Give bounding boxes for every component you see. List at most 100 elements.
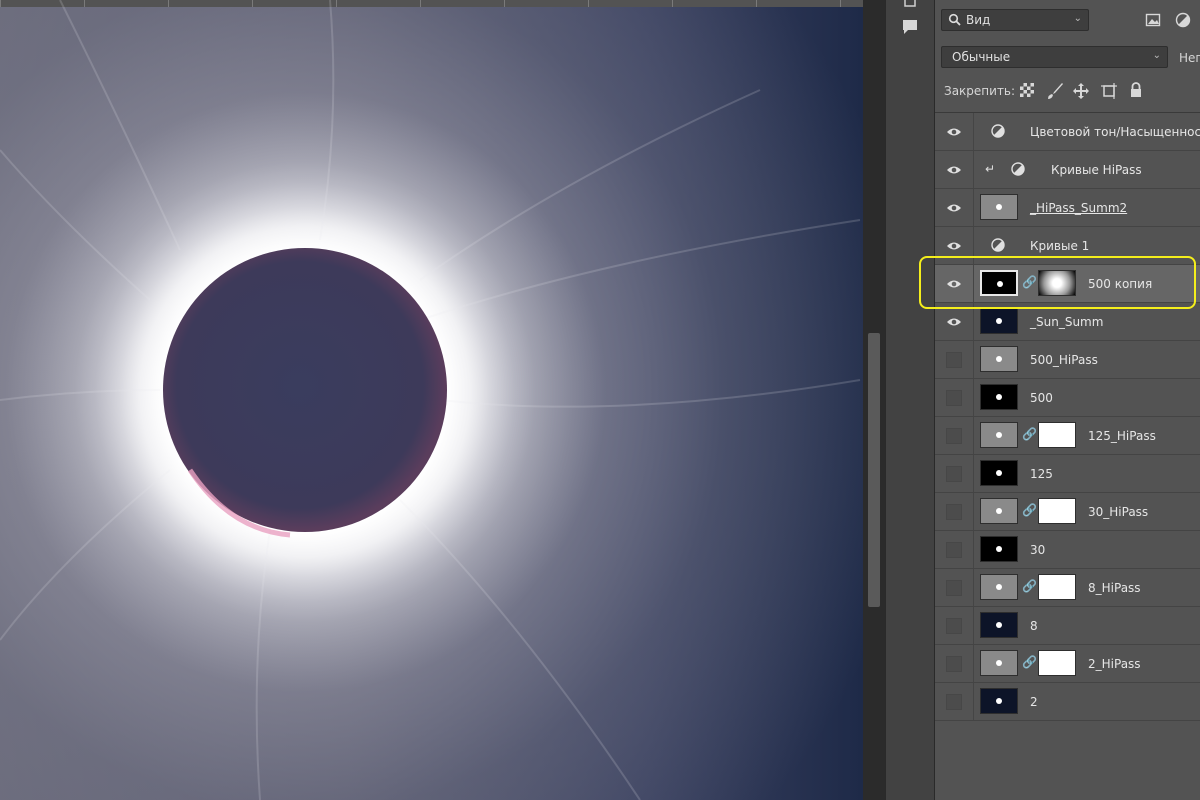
layer-visibility-toggle[interactable] — [935, 303, 974, 340]
chevron-down-icon: ⌄ — [1073, 13, 1082, 24]
layer-visibility-toggle[interactable] — [935, 379, 974, 416]
image-filter-icon[interactable] — [1145, 12, 1161, 31]
layer-name: 30_HiPass — [1088, 505, 1149, 519]
blend-mode-label: Обычные — [952, 50, 1011, 64]
layer-row[interactable]: 2 — [935, 683, 1200, 721]
layer-visibility-toggle[interactable] — [935, 227, 974, 264]
thumbnail-dot — [996, 432, 1002, 438]
layer-name: 30 — [1030, 543, 1046, 557]
layer-name: Цветовой тон/Насыщенность — [1030, 125, 1200, 139]
layer-visibility-toggle[interactable] — [935, 341, 974, 378]
chevron-down-icon: ⌄ — [1152, 50, 1161, 61]
layer-thumbnail — [980, 612, 1018, 638]
layer-visibility-toggle[interactable] — [935, 493, 974, 530]
link-icon[interactable]: 🔗 — [1022, 275, 1037, 289]
layer-thumbnail — [980, 346, 1018, 372]
lock-all-icon[interactable] — [1128, 82, 1146, 100]
lock-pixels-icon[interactable] — [1046, 82, 1064, 100]
layer-mask-thumbnail[interactable] — [1038, 270, 1076, 296]
lock-label: Закрепить: — [944, 84, 1016, 98]
layer-thumbnail[interactable] — [980, 270, 1018, 296]
layer-row[interactable]: 8 — [935, 607, 1200, 645]
layer-mask-thumbnail[interactable] — [1038, 574, 1076, 600]
blend-row: Обычные ⌄ Неп — [935, 44, 1200, 70]
layer-row[interactable]: Цветовой тон/Насыщенность — [935, 113, 1200, 151]
link-icon[interactable]: 🔗 — [1022, 427, 1037, 441]
layer-name: 125_HiPass — [1088, 429, 1156, 443]
tool-presets-icon[interactable] — [900, 0, 920, 12]
link-icon[interactable]: 🔗 — [1022, 503, 1037, 517]
layer-row[interactable]: 🔗 30_HiPass — [935, 493, 1200, 531]
document-canvas[interactable] — [0, 0, 863, 800]
layer-row[interactable]: 500_HiPass — [935, 341, 1200, 379]
eye-icon — [947, 204, 961, 211]
layer-thumbnail — [980, 650, 1018, 676]
layer-row[interactable]: 30 — [935, 531, 1200, 569]
layer-row[interactable]: 125 — [935, 455, 1200, 493]
layers-filter-row: Вид ⌄ — [935, 0, 1200, 42]
layer-thumbnail — [980, 422, 1018, 448]
scrollbar-thumb[interactable] — [868, 333, 880, 607]
layer-row[interactable]: 🔗 8_HiPass — [935, 569, 1200, 607]
layer-list: Цветовой тон/Насыщенность ↵ Кривые HiPas… — [935, 112, 1200, 721]
thumbnail-dot — [996, 546, 1002, 552]
eye-icon — [947, 318, 961, 325]
layer-name: Кривые HiPass — [1051, 163, 1142, 177]
lock-position-icon[interactable] — [1072, 82, 1090, 100]
adjustment-filter-icon[interactable] — [1175, 12, 1191, 31]
layer-thumbnail — [980, 498, 1018, 524]
link-icon[interactable]: 🔗 — [1022, 579, 1037, 593]
layer-row[interactable]: Кривые 1 — [935, 227, 1200, 265]
layer-visibility-toggle[interactable] — [935, 151, 974, 188]
thumbnail-dot — [996, 698, 1002, 704]
layer-visibility-toggle[interactable] — [935, 455, 974, 492]
link-icon[interactable]: 🔗 — [1022, 655, 1037, 669]
eclipse-image — [0, 0, 861, 800]
layer-row[interactable]: 🔗 500 копия — [935, 265, 1200, 303]
layer-row[interactable]: 500 — [935, 379, 1200, 417]
layer-name: 500_HiPass — [1030, 353, 1098, 367]
layer-name: 8 — [1030, 619, 1038, 633]
layer-name: 500 копия — [1088, 277, 1153, 291]
blend-mode-select[interactable]: Обычные ⌄ — [941, 46, 1168, 68]
layer-mask-thumbnail[interactable] — [1038, 422, 1076, 448]
layer-visibility-toggle[interactable] — [935, 645, 974, 682]
layer-row[interactable]: ↵ Кривые HiPass — [935, 151, 1200, 189]
eye-icon — [947, 128, 961, 135]
layer-thumbnail — [980, 194, 1018, 220]
layer-name: 2_HiPass — [1088, 657, 1141, 671]
thumbnail-dot — [997, 281, 1003, 287]
layer-visibility-toggle[interactable] — [935, 113, 974, 150]
filter-kind-select[interactable]: Вид ⌄ — [941, 9, 1089, 31]
layer-visibility-toggle[interactable] — [935, 531, 974, 568]
layer-visibility-toggle[interactable] — [935, 569, 974, 606]
vertical-scrollbar[interactable] — [863, 0, 885, 800]
thumbnail-dot — [996, 584, 1002, 590]
layer-visibility-toggle[interactable] — [935, 189, 974, 226]
comment-icon[interactable] — [900, 17, 920, 37]
layer-row[interactable]: 🔗 125_HiPass — [935, 417, 1200, 455]
thumbnail-dot — [996, 508, 1002, 514]
lock-artboard-icon[interactable] — [1100, 82, 1118, 100]
layer-row[interactable]: _HiPass_Summ2 — [935, 189, 1200, 227]
adjustment-layer-icon — [1011, 162, 1025, 176]
layer-row[interactable]: _Sun_Summ — [935, 303, 1200, 341]
adjustment-layer-icon — [991, 238, 1005, 252]
layer-visibility-toggle[interactable] — [935, 265, 974, 302]
layer-name: 8_HiPass — [1088, 581, 1141, 595]
layer-thumbnail — [980, 308, 1018, 334]
layer-visibility-toggle[interactable] — [935, 683, 974, 720]
lock-transparent-icon[interactable] — [1019, 82, 1037, 100]
filter-kind-label: Вид — [966, 13, 991, 27]
layers-panel: Вид ⌄ Обычные ⌄ Неп Закрепить: Цветовой … — [935, 0, 1200, 800]
layer-row[interactable]: 🔗 2_HiPass — [935, 645, 1200, 683]
thumbnail-dot — [996, 470, 1002, 476]
layer-name: _Sun_Summ — [1030, 315, 1104, 329]
lock-row: Закрепить: — [935, 76, 1200, 106]
layer-mask-thumbnail[interactable] — [1038, 498, 1076, 524]
thumbnail-dot — [996, 356, 1002, 362]
layer-mask-thumbnail[interactable] — [1038, 650, 1076, 676]
layer-name: 2 — [1030, 695, 1038, 709]
layer-visibility-toggle[interactable] — [935, 417, 974, 454]
layer-visibility-toggle[interactable] — [935, 607, 974, 644]
